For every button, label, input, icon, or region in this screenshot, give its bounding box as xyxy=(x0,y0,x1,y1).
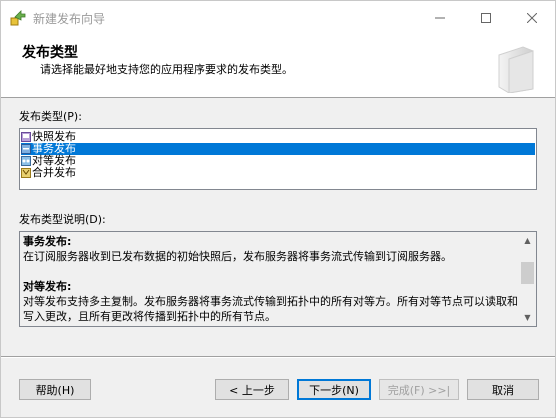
book-graphic-icon xyxy=(489,43,539,94)
description-content: 事务发布: 在订阅服务器收到已发布数据的初始快照后，发布服务器将事务流式传输到订… xyxy=(23,234,518,324)
list-item-transactional[interactable]: 事务发布 xyxy=(21,143,535,155)
scroll-up-arrow-icon[interactable]: ▲ xyxy=(519,232,536,249)
window-title: 新建发布向导 xyxy=(33,12,106,26)
maximize-button[interactable] xyxy=(463,1,509,35)
wizard-header: 发布类型 请选择能最好地支持您的应用程序要求的发布类型。 xyxy=(1,35,555,98)
scrollbar-thumb[interactable] xyxy=(521,262,534,284)
transactional-publication-icon xyxy=(21,144,31,154)
publication-type-label: 发布类型(P): xyxy=(19,110,82,123)
scroll-down-arrow-icon[interactable]: ▼ xyxy=(519,309,536,326)
wizard-window: 新建发布向导 发布类型 请选择能最好地支持您的应用程序要求的发布类型。 发布类型… xyxy=(0,0,556,418)
snapshot-publication-icon xyxy=(21,132,31,142)
merge-publication-icon xyxy=(21,168,31,178)
cancel-button[interactable]: 取消 xyxy=(467,379,539,400)
publication-type-list[interactable]: 快照发布 事务发布 对等发布 合并发布 xyxy=(19,128,537,190)
page-subtitle: 请选择能最好地支持您的应用程序要求的发布类型。 xyxy=(40,63,293,76)
description-section-title: 事务发布: xyxy=(23,235,72,248)
close-button[interactable] xyxy=(509,1,555,35)
description-box[interactable]: 事务发布: 在订阅服务器收到已发布数据的初始快照后，发布服务器将事务流式传输到订… xyxy=(19,231,537,327)
list-item-peer-to-peer[interactable]: 对等发布 xyxy=(21,155,535,167)
list-item-label: 合并发布 xyxy=(32,166,76,179)
close-icon xyxy=(527,13,537,23)
footer-separator xyxy=(1,356,555,358)
back-button[interactable]: < 上一步 xyxy=(215,379,289,400)
description-scrollbar[interactable]: ▲ ▼ xyxy=(519,232,536,326)
title-bar: 新建发布向导 xyxy=(1,1,555,35)
description-section-body: 对等发布支持多主复制。发布服务器将事务流式传输到拓扑中的所有对等方。所有对等节点… xyxy=(23,295,518,323)
peer-to-peer-publication-icon xyxy=(21,156,31,166)
minimize-button[interactable] xyxy=(417,1,463,35)
description-label: 发布类型说明(D): xyxy=(19,213,106,226)
list-item-merge[interactable]: 合并发布 xyxy=(21,167,535,179)
wizard-app-icon xyxy=(9,9,27,27)
help-button[interactable]: 帮助(H) xyxy=(19,379,91,400)
description-section-title: 对等发布: xyxy=(23,280,72,293)
list-item-snapshot[interactable]: 快照发布 xyxy=(21,131,535,143)
description-section-body: 在订阅服务器收到已发布数据的初始快照后，发布服务器将事务流式传输到订阅服务器。 xyxy=(23,250,452,263)
next-button[interactable]: 下一步(N) xyxy=(297,379,371,400)
finish-button[interactable]: 完成(F) >>| xyxy=(379,379,459,400)
page-title: 发布类型 xyxy=(22,45,78,61)
